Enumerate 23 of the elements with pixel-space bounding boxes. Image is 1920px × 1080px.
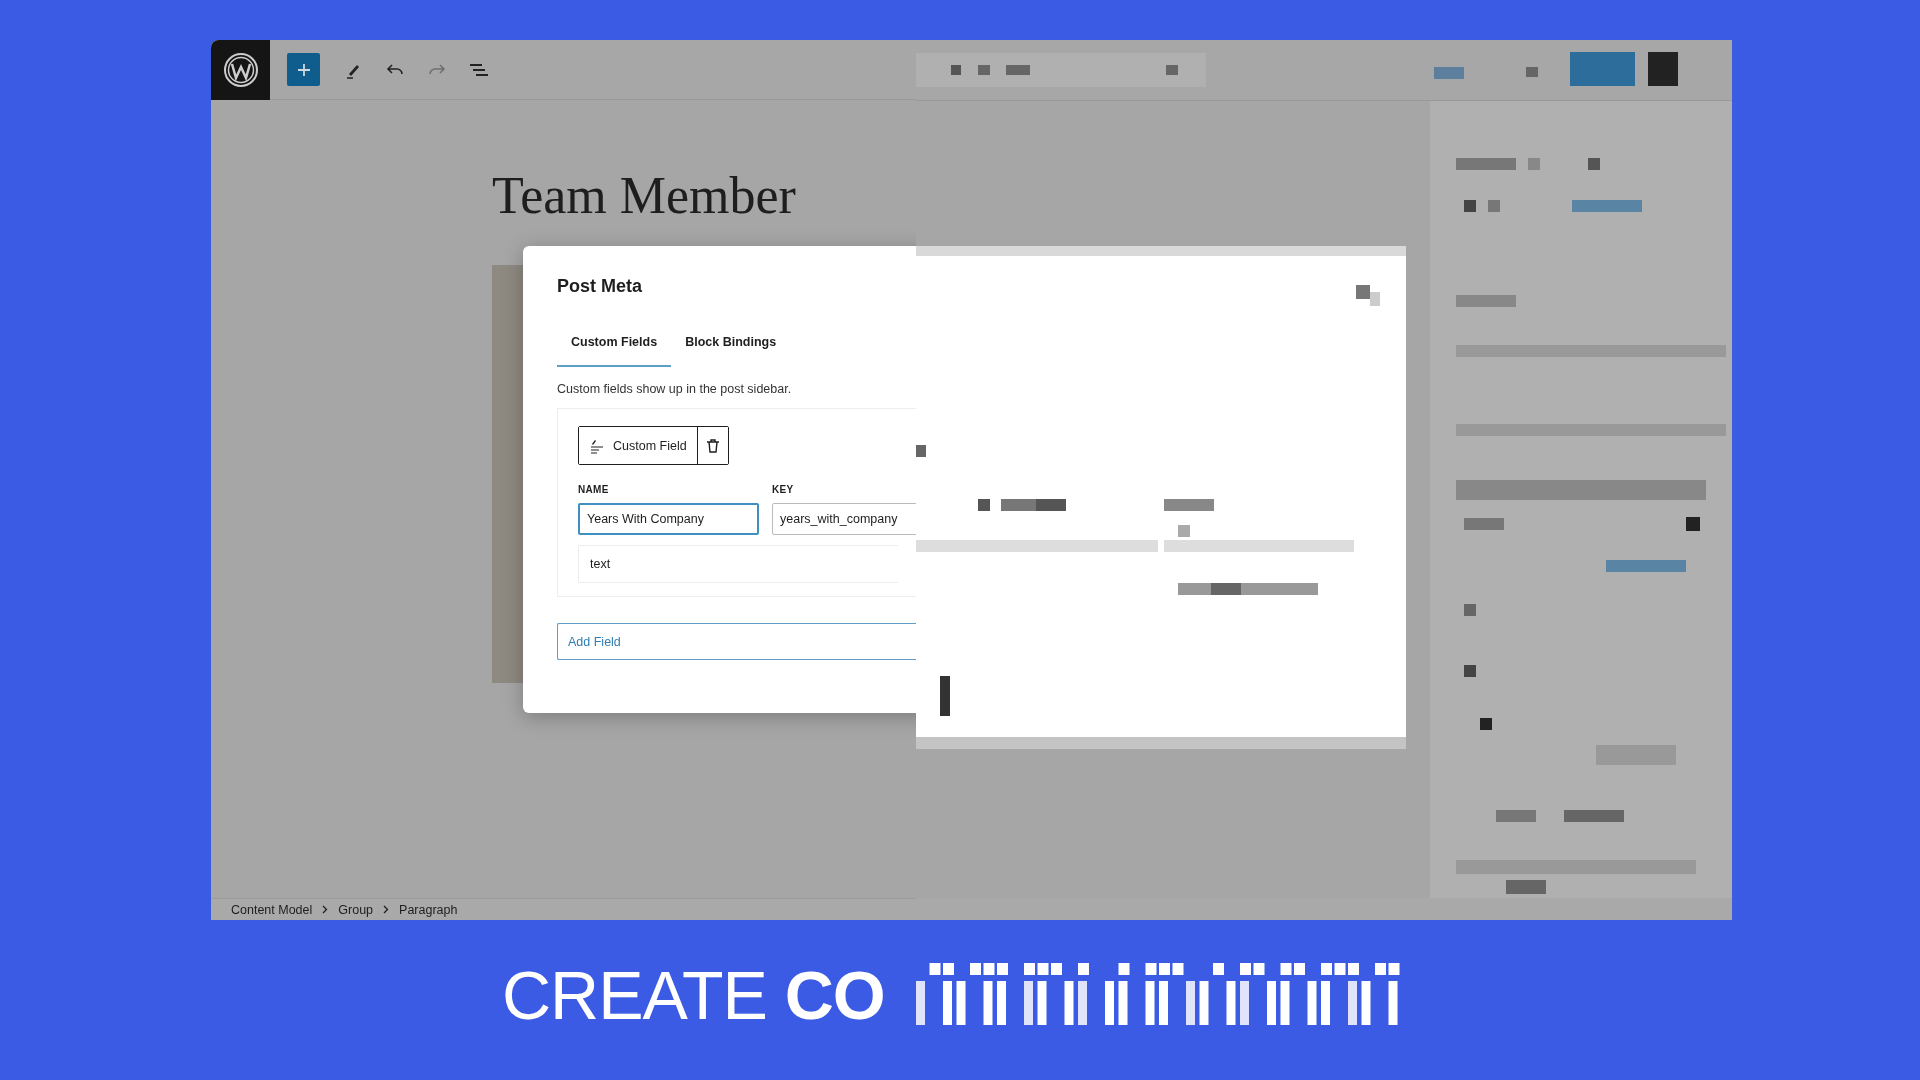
caption-text: CREATE CO bbox=[502, 956, 886, 1034]
text-field-icon bbox=[589, 437, 605, 454]
add-block-button[interactable] bbox=[287, 53, 320, 86]
breadcrumb-link[interactable]: Content Model bbox=[231, 902, 313, 917]
add-field-button[interactable]: Add Field bbox=[557, 623, 916, 660]
key-input[interactable]: years_with_company bbox=[772, 503, 916, 535]
logo-icon bbox=[222, 51, 259, 88]
chevron-icon bbox=[322, 905, 329, 914]
plus-icon bbox=[295, 61, 312, 78]
description-text: Custom fields show up in the post sidebar. bbox=[557, 382, 793, 396]
post-title: Team Member bbox=[492, 166, 797, 225]
dialog-title: Post Meta bbox=[557, 276, 644, 297]
type-field[interactable]: text bbox=[578, 545, 898, 583]
name-input[interactable]: Years With Company bbox=[578, 503, 759, 535]
breadcrumb-link[interactable]: Paragraph bbox=[399, 902, 458, 917]
trash-icon bbox=[704, 437, 721, 454]
field-type-button[interactable]: Custom Field bbox=[579, 427, 698, 464]
chevron-icon bbox=[383, 905, 390, 914]
tab[interactable]: Block Bindings bbox=[671, 319, 791, 367]
field-label: KEY bbox=[772, 484, 795, 495]
tab[interactable]: Custom Fields bbox=[557, 319, 672, 367]
field-label: NAME bbox=[578, 484, 610, 495]
breadcrumb-link[interactable]: Group bbox=[338, 902, 374, 917]
